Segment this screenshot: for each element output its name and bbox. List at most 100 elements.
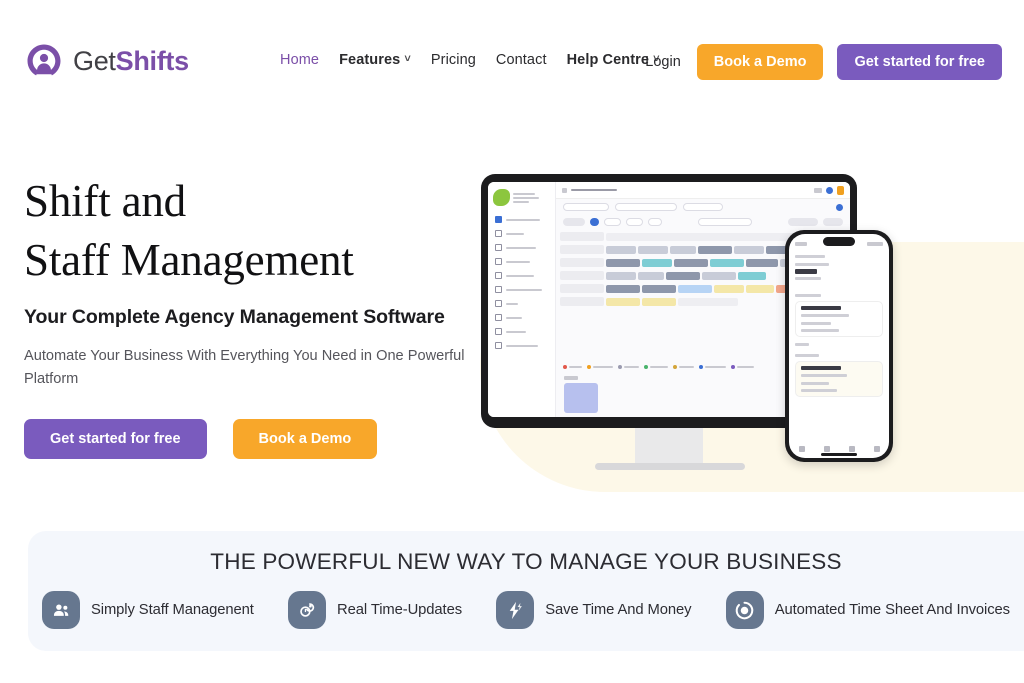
sidebar-item[interactable] [495,286,548,293]
shift-block[interactable] [738,271,766,280]
sidebar-item-label [506,316,522,319]
nav-item-home[interactable]: Home [280,52,319,68]
sidebar-item[interactable] [495,314,548,321]
sidebar-item-label [506,246,536,249]
lightning-bolt-icon-glyph [509,601,522,619]
hero-book-demo-button[interactable]: Book a Demo [232,419,378,459]
text-line [513,196,539,199]
box-icon [495,314,502,321]
toolbar-active-button[interactable] [590,218,599,226]
shift-block[interactable] [698,245,732,254]
shift-block[interactable] [642,284,676,293]
shift-card[interactable] [795,361,883,397]
legend-dot [563,365,567,369]
legend-item [673,365,694,369]
toolbar-button[interactable] [563,218,585,226]
sidebar-item-label [506,330,526,333]
action-icon[interactable] [836,203,843,211]
shift-time [801,314,849,317]
nav-item-contact[interactable]: Contact [496,52,547,68]
filter-select[interactable] [615,203,677,211]
sidebar-item[interactable] [495,244,548,251]
feature-list: Simply Staff Managenent Real Time-Update… [42,591,1010,629]
grid-cell [678,297,738,306]
row-header [560,297,604,306]
bar-chart [564,383,598,413]
shift-card[interactable] [795,301,883,337]
phone-home-indicator [821,453,857,456]
sidebar-item[interactable] [495,300,548,307]
notifications-icon[interactable] [826,186,833,194]
view-month-button[interactable] [648,218,662,226]
legend-item [563,365,582,369]
menu-icon[interactable] [562,187,567,193]
monitor-stand-neck [635,428,703,464]
shift-block[interactable] [606,245,636,254]
sidebar-item[interactable] [495,272,548,279]
row-header [560,232,604,241]
filter-select[interactable] [563,203,609,211]
shift-block[interactable] [714,284,744,293]
shift-block[interactable] [606,284,640,293]
shift-block[interactable] [666,271,700,280]
date-range-picker[interactable] [698,218,752,226]
get-started-button[interactable]: Get started for free [837,44,1002,80]
header-actions: Login Book a Demo Get started for free [645,44,1002,80]
login-link[interactable]: Login [645,54,680,70]
legend-label [737,366,754,368]
sidebar-item[interactable] [495,342,548,349]
filter-button[interactable] [823,218,843,226]
legend-item [644,365,668,369]
shift-block[interactable] [642,258,672,267]
sidebar-item[interactable] [495,230,548,237]
chart-title [564,376,578,380]
shift-block[interactable] [746,258,778,267]
tab-shifts[interactable] [823,446,830,452]
book-demo-button[interactable]: Book a Demo [696,44,824,80]
filter-select[interactable] [683,203,723,211]
shift-block[interactable] [710,258,744,267]
shift-block[interactable] [702,271,736,280]
legend-label [593,366,613,368]
hero-get-started-button[interactable]: Get started for free [24,419,207,459]
avatar[interactable] [837,185,844,195]
shift-block[interactable] [670,245,696,254]
nav-item-features-label: Features [339,52,401,68]
shift-block[interactable] [674,258,708,267]
shift-role [801,329,839,332]
tab-timesheets[interactable] [848,446,855,452]
nav-item-features[interactable]: Features ˅ [339,52,411,68]
mobile-app-screenshot [789,234,889,458]
sidebar-item-label [506,232,524,235]
sidebar-item[interactable] [495,216,548,223]
view-day-button[interactable] [604,218,621,226]
shift-block[interactable] [606,258,640,267]
sidebar-item[interactable] [495,258,548,265]
tab-home[interactable] [798,446,805,452]
shift-block[interactable] [678,284,712,293]
view-week-button[interactable] [626,218,643,226]
shift-block[interactable] [638,271,664,280]
legend-dot [618,365,622,369]
sidebar-item[interactable] [495,328,548,335]
dashboard-topbar [556,182,850,199]
nav-item-pricing[interactable]: Pricing [431,52,476,68]
shift-location [801,322,831,325]
search-field[interactable] [788,218,818,226]
shift-block[interactable] [734,245,764,254]
company-name [795,255,825,258]
calendar-icon [495,230,502,237]
clock-refresh-icon-glyph [299,602,314,617]
dashboard-logo [493,189,550,206]
greeting-text [795,263,829,266]
shift-block[interactable] [606,297,640,306]
tab-profile[interactable] [873,446,880,452]
shift-block[interactable] [638,245,668,254]
shift-block[interactable] [642,297,676,306]
brand-logo[interactable]: GetShifts [24,41,189,81]
sidebar-item-label [506,260,530,263]
shift-block[interactable] [746,284,774,293]
user-role [795,277,821,280]
shift-location [801,382,829,385]
shift-block[interactable] [606,271,636,280]
